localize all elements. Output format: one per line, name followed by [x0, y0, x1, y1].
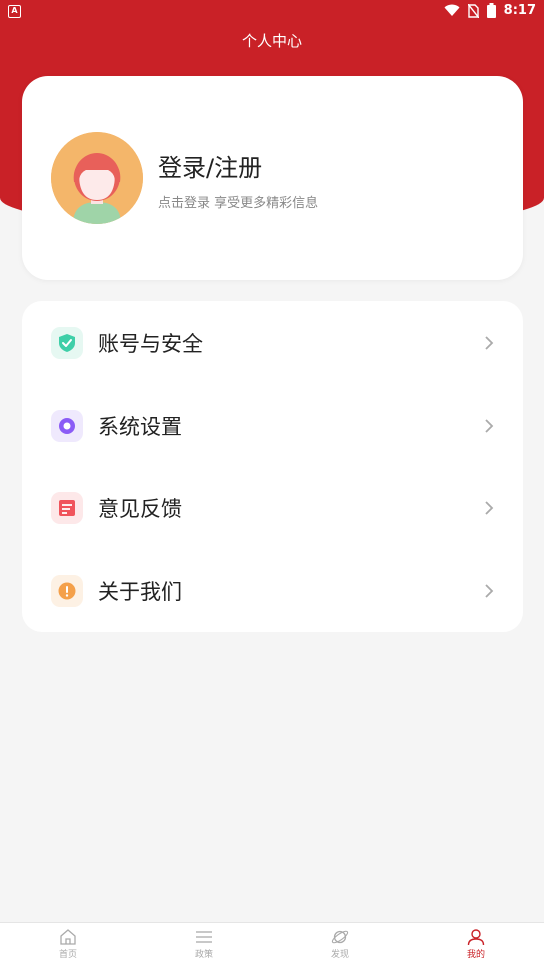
- list-icon: [196, 931, 212, 943]
- tab-label: 发现: [330, 950, 349, 960]
- status-time: 8:17: [503, 3, 536, 18]
- chevron-right-icon: [485, 501, 494, 515]
- menu-item-account-security[interactable]: 账号与安全: [22, 313, 523, 373]
- notification-a-icon: A: [8, 5, 21, 18]
- menu-item-label: 关于我们: [98, 580, 182, 604]
- no-sim-icon: [467, 3, 479, 18]
- shield-check-icon: [51, 327, 83, 359]
- wifi-icon: [444, 4, 460, 16]
- feedback-doc-icon: [51, 492, 83, 524]
- tab-policy[interactable]: 政策: [136, 929, 272, 968]
- home-icon: [60, 929, 76, 945]
- menu-card: 账号与安全 系统设置 意见反馈 关于我们: [22, 301, 523, 632]
- page-title: 个人中心: [241, 32, 302, 50]
- avatar[interactable]: [51, 132, 143, 224]
- tab-home[interactable]: 首页: [0, 929, 136, 968]
- tab-discover[interactable]: 发现: [272, 929, 408, 968]
- settings-ring-icon: [51, 410, 83, 442]
- menu-item-about-us[interactable]: 关于我们: [22, 561, 523, 621]
- chevron-right-icon: [485, 584, 494, 598]
- chevron-right-icon: [485, 336, 494, 350]
- menu-item-feedback[interactable]: 意见反馈: [22, 478, 523, 538]
- menu-item-system-settings[interactable]: 系统设置: [22, 396, 523, 456]
- chevron-right-icon: [485, 419, 494, 433]
- planet-icon: [331, 930, 349, 944]
- menu-item-label: 账号与安全: [98, 332, 203, 356]
- tab-label: 我的: [466, 950, 485, 960]
- bottom-tab-bar: 首页 政策 发现 我的: [0, 922, 544, 968]
- battery-icon: [486, 3, 496, 18]
- status-bar: A 8:17: [0, 0, 544, 24]
- login-register-title[interactable]: 登录/注册: [158, 148, 262, 183]
- tab-label: 政策: [194, 950, 213, 960]
- menu-item-label: 意见反馈: [98, 497, 182, 521]
- tab-mine[interactable]: 我的: [408, 929, 544, 968]
- profile-card[interactable]: 登录/注册 点击登录 享受更多精彩信息: [22, 76, 523, 280]
- login-subtitle: 点击登录 享受更多精彩信息: [158, 196, 319, 211]
- menu-item-label: 系统设置: [98, 415, 182, 439]
- tab-label: 首页: [58, 950, 77, 960]
- person-icon: [467, 929, 485, 945]
- info-circle-icon: [51, 575, 83, 607]
- avatar-person-icon: [51, 132, 143, 224]
